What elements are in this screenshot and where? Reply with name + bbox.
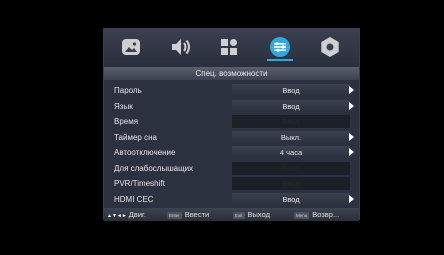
- row-label: Время: [114, 117, 139, 126]
- menu-row-language[interactable]: Язык Ввод: [112, 99, 354, 115]
- settings-sliders-icon[interactable]: [268, 35, 292, 59]
- hint-move: ▲▼◄► Двиг.: [107, 208, 146, 223]
- menu-row-hdmi-cec[interactable]: HDMI CEC Ввод: [112, 192, 354, 208]
- record-icon[interactable]: [318, 35, 342, 59]
- arrow-right-icon: [349, 101, 354, 110]
- row-value: Выкл.: [232, 161, 350, 175]
- arrow-right-icon: [349, 148, 354, 156]
- settings-panel: Спец. возможности Пароль Ввод Язык Ввод …: [103, 28, 360, 221]
- page-title: Спец. возможности: [104, 67, 359, 80]
- picture-icon[interactable]: [119, 35, 143, 59]
- row-value[interactable]: Ввод: [232, 99, 350, 113]
- arrow-right-icon: [349, 194, 354, 203]
- hint-exit-label: Выход: [247, 210, 270, 219]
- row-label: PVR/Timeshift: [114, 179, 165, 188]
- row-label: Таймер сна: [114, 132, 157, 142]
- row-label: Для слабослышащих: [114, 163, 194, 173]
- active-tab-indicator: [267, 59, 293, 61]
- row-value[interactable]: 4 часа: [232, 146, 350, 159]
- row-label: Автоотключение: [114, 148, 176, 157]
- key-hints-bar: ▲▼◄► Двиг. Enter Ввести Exit Выход Menu Возв…: [104, 208, 359, 221]
- enter-key-icon: Enter: [167, 211, 182, 219]
- hint-menu-label: Возвр...: [312, 210, 340, 219]
- hint-enter-label: Ввести: [184, 210, 210, 219]
- arrow-right-icon: [349, 86, 354, 94]
- row-value: Ввод: [232, 115, 350, 128]
- menu-key-icon: Menu: [294, 211, 310, 219]
- hint-enter: Enter Ввести: [167, 208, 209, 221]
- speaker-icon[interactable]: [168, 35, 192, 59]
- arrow-right-icon: [349, 132, 354, 141]
- menu-row-password[interactable]: Пароль Ввод: [112, 83, 354, 99]
- hint-menu: Menu Возвр...: [294, 208, 339, 221]
- exit-key-icon: Exit: [233, 211, 245, 219]
- menu-row-auto-standby[interactable]: Автоотключение 4 часа: [112, 145, 354, 161]
- row-label: Язык: [114, 101, 133, 111]
- menu-row-hearing-impaired[interactable]: Для слабослышащих Выкл.: [112, 161, 354, 177]
- settings-list: Пароль Ввод Язык Ввод Время Ввод Таймер …: [112, 83, 354, 207]
- row-value[interactable]: Ввод: [232, 84, 350, 97]
- row-label: HDMI CEC: [114, 194, 154, 204]
- category-tabs: [104, 29, 359, 67]
- apps-icon[interactable]: [217, 35, 241, 59]
- menu-row-time[interactable]: Время Ввод: [112, 114, 354, 130]
- hint-move-label: Двиг.: [128, 210, 146, 219]
- row-value: Ввод: [232, 177, 350, 190]
- row-label: Пароль: [114, 86, 142, 95]
- menu-row-sleep-timer[interactable]: Таймер сна Выкл.: [112, 130, 354, 146]
- hint-exit: Exit Выход: [233, 208, 270, 221]
- row-value[interactable]: Ввод: [232, 192, 350, 206]
- row-value[interactable]: Выкл.: [232, 130, 350, 144]
- navigation-arrows-icon: ▲▼◄►: [107, 213, 127, 219]
- menu-row-pvr-timeshift[interactable]: PVR/Timeshift Ввод: [112, 176, 354, 192]
